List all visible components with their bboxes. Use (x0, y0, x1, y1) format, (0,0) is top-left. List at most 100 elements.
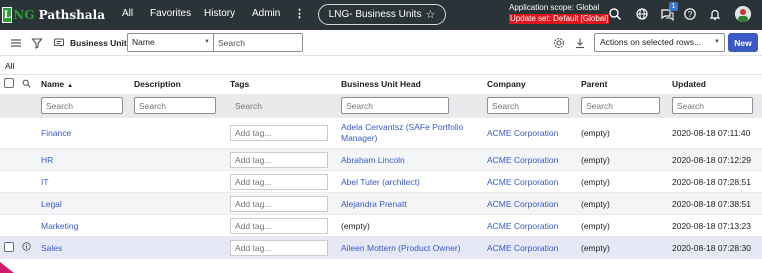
nav-favorites[interactable]: Favorites (150, 8, 191, 19)
company-link[interactable]: ACME Corporation (487, 243, 558, 253)
company-cell[interactable]: ACME Corporation (483, 170, 577, 193)
filter-icon[interactable] (31, 37, 43, 49)
table-row[interactable]: IT Abel Tuter (architect) ACME Corporati… (0, 170, 762, 193)
add-tag-input[interactable] (230, 239, 328, 256)
page-title-pill[interactable]: LNG- Business Units ☆ (318, 4, 446, 25)
description-cell (130, 117, 226, 149)
table-row[interactable]: Legal Alejandra Prenatt ACME Corporation… (0, 192, 762, 215)
company-cell[interactable]: ACME Corporation (483, 214, 577, 237)
business-unit-head-link[interactable]: Abel Tuter (architect) (341, 177, 420, 187)
info-icon[interactable] (22, 242, 31, 251)
avatar[interactable] (735, 6, 751, 22)
business-unit-head-search-input[interactable] (341, 97, 449, 114)
search-icon[interactable] (608, 7, 622, 21)
name-link[interactable]: HR (41, 155, 53, 165)
column-header-updated[interactable]: Updated (668, 74, 762, 94)
description-search-input[interactable] (134, 97, 216, 114)
add-tag-input[interactable] (230, 217, 328, 234)
more-menu-icon[interactable]: ⋮ (294, 7, 305, 20)
add-tag-input[interactable] (230, 124, 328, 141)
name-link[interactable]: IT (41, 177, 49, 187)
add-tag-input[interactable] (230, 173, 328, 190)
search-cell (577, 93, 668, 118)
search-input[interactable] (213, 33, 303, 52)
bell-icon[interactable] (708, 7, 722, 21)
name-link[interactable]: Marketing (41, 221, 78, 231)
name-cell[interactable]: Finance (37, 117, 130, 149)
nav-all[interactable]: All (122, 8, 133, 19)
row-checkbox[interactable] (4, 241, 14, 252)
search-cell (226, 93, 337, 118)
select-all-checkbox[interactable] (4, 78, 14, 89)
row-select-cell (0, 192, 18, 215)
column-header-description[interactable]: Description (130, 74, 226, 94)
business-unit-head-cell[interactable]: Adela Cervantsz (SAFe Portfolio Manager) (337, 117, 483, 149)
search-field-select[interactable]: Name ▼ (127, 33, 213, 52)
logo[interactable]: L NG Pathshala (2, 3, 105, 27)
row-select-cell (0, 117, 18, 149)
search-icon[interactable] (22, 79, 31, 88)
column-header-name[interactable]: Name ▲ (37, 74, 130, 94)
add-tag-input[interactable] (230, 195, 328, 212)
breadcrumb[interactable]: All (5, 61, 14, 71)
name-cell[interactable]: Legal (37, 192, 130, 215)
settings-icon[interactable] (553, 37, 565, 49)
company-link[interactable]: ACME Corporation (487, 177, 558, 187)
help-icon[interactable]: ? (683, 7, 697, 21)
name-link[interactable]: Legal (41, 199, 62, 209)
business-unit-head-link[interactable]: Abraham Lincoln (341, 155, 405, 165)
company-link[interactable]: ACME Corporation (487, 128, 558, 138)
business-unit-head-cell[interactable]: Aileen Mottern (Product Owner) (337, 236, 483, 259)
name-search-input[interactable] (41, 97, 123, 114)
updated-cell: 2020-08-18 07:11:40 (668, 117, 762, 149)
nav-admin[interactable]: Admin (252, 8, 280, 19)
parent-search-input[interactable] (581, 97, 660, 114)
tags-cell (226, 214, 337, 237)
name-cell[interactable]: Marketing (37, 214, 130, 237)
hamburger-icon[interactable] (10, 37, 22, 49)
column-header-business-unit-head[interactable]: Business Unit Head (337, 74, 483, 94)
actions-select[interactable]: Actions on selected rows... ▼ (594, 33, 725, 52)
table-row[interactable]: Finance Adela Cervantsz (SAFe PortfolioM… (0, 117, 762, 149)
comment-icon[interactable] (53, 37, 65, 49)
download-icon[interactable] (574, 37, 586, 49)
updated-search-input[interactable] (672, 97, 753, 114)
row-select-cell (0, 214, 18, 237)
business-unit-head-link[interactable]: Aileen Mottern (Product Owner) (341, 243, 461, 253)
star-icon[interactable]: ☆ (425, 8, 435, 21)
company-cell[interactable]: ACME Corporation (483, 192, 577, 215)
updated-cell: 2020-08-18 07:13:23 (668, 214, 762, 237)
actions-select-label: Actions on selected rows... (600, 37, 702, 47)
table-row[interactable]: Sales Aileen Mottern (Product Owner) ACM… (0, 236, 762, 259)
company-cell[interactable]: ACME Corporation (483, 148, 577, 171)
nav-history[interactable]: History (204, 8, 235, 19)
tags-cell (226, 117, 337, 149)
sort-ascending-icon: ▲ (67, 83, 74, 90)
globe-icon[interactable] (635, 7, 649, 21)
name-link[interactable]: Finance (41, 128, 71, 138)
company-link[interactable]: ACME Corporation (487, 221, 558, 231)
column-header-company[interactable]: Company (483, 74, 577, 94)
business-unit-head-cell[interactable]: Abel Tuter (architect) (337, 170, 483, 193)
application-scope[interactable]: Application scope: Global Update set: De… (509, 3, 610, 24)
column-header-parent[interactable]: Parent (577, 74, 668, 94)
column-search-row (0, 93, 762, 118)
business-unit-head-cell[interactable]: Abraham Lincoln (337, 148, 483, 171)
company-link[interactable]: ACME Corporation (487, 155, 558, 165)
company-cell[interactable]: ACME Corporation (483, 117, 577, 149)
business-unit-head-link[interactable]: Adela Cervantsz (SAFe Portfolio Manager) (341, 122, 463, 143)
company-search-input[interactable] (487, 97, 569, 114)
column-header-tags[interactable]: Tags (226, 74, 337, 94)
name-cell[interactable]: HR (37, 148, 130, 171)
table-row[interactable]: HR Abraham Lincoln ACME Corporation (emp… (0, 148, 762, 171)
name-cell[interactable]: IT (37, 170, 130, 193)
add-tag-input[interactable] (230, 151, 328, 168)
business-unit-head-link[interactable]: Alejandra Prenatt (341, 199, 407, 209)
name-cell[interactable]: Sales (37, 236, 130, 259)
name-link[interactable]: Sales (41, 243, 62, 253)
company-link[interactable]: ACME Corporation (487, 199, 558, 209)
table-row[interactable]: Marketing (empty) ACME Corporation (empt… (0, 214, 762, 237)
new-button[interactable]: New (728, 33, 758, 52)
company-cell[interactable]: ACME Corporation (483, 236, 577, 259)
business-unit-head-cell[interactable]: Alejandra Prenatt (337, 192, 483, 215)
